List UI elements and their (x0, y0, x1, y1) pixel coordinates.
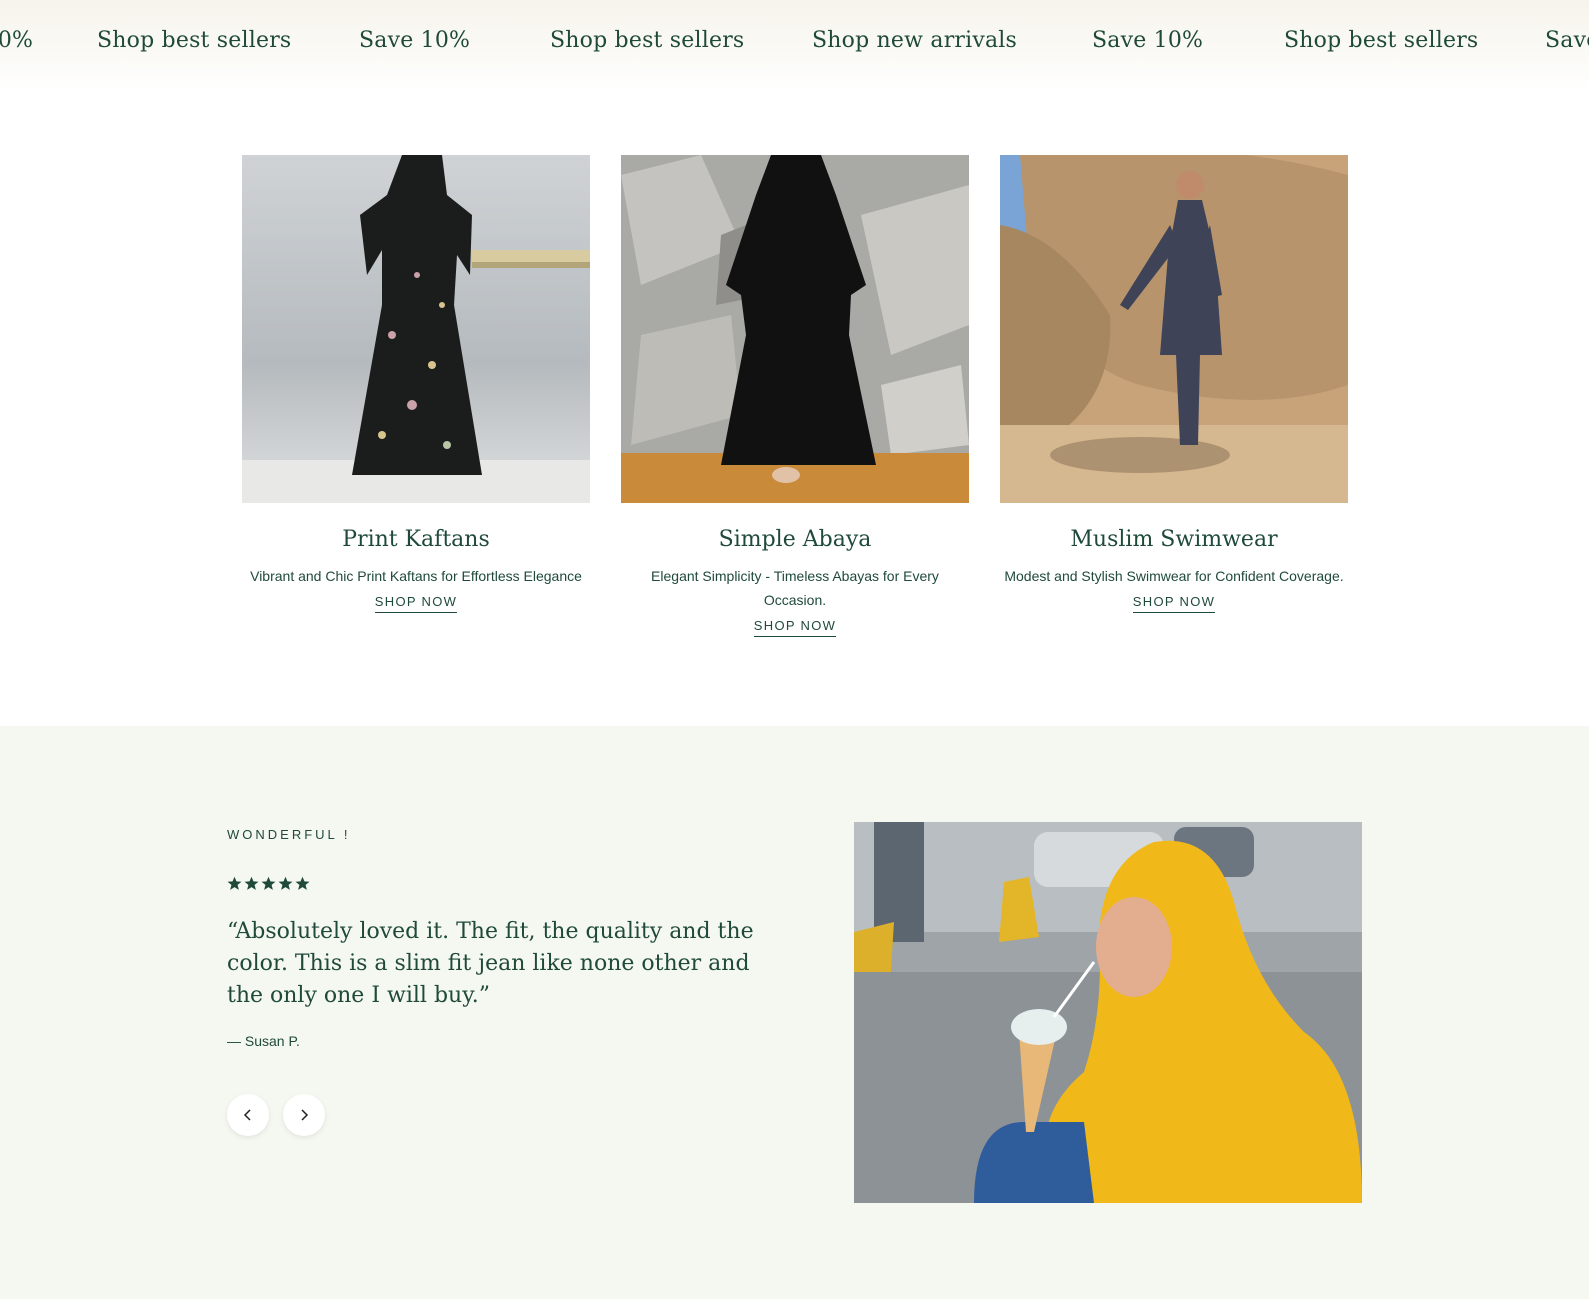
marquee-item-best-sellers[interactable]: Shop best sellers (1284, 28, 1478, 53)
testimonial-quote: “Absolutely loved it. The fit, the quali… (227, 919, 754, 1008)
marquee-item-best-sellers[interactable]: Shop best sellers (97, 28, 291, 53)
collection-image-simple-abaya[interactable] (621, 155, 969, 503)
testimonial-section: WONDERFUL ! “Absolutely loved it. The fi… (0, 726, 1589, 1299)
collection-image-muslim-swimwear[interactable] (1000, 155, 1348, 503)
collection-description: Modest and Stylish Swimwear for Confiden… (1004, 568, 1344, 584)
collection-list: Print Kaftans Vibrant and Chic Print Kaf… (242, 155, 1348, 655)
testimonial-image (854, 822, 1362, 1203)
star-icon (278, 876, 293, 890)
shop-now-link[interactable]: SHOP NOW (753, 618, 837, 637)
swimwear-photo (1000, 155, 1348, 503)
previous-testimonial-button[interactable] (227, 1094, 269, 1136)
star-icon (227, 876, 242, 890)
star-icon (261, 876, 276, 890)
collection-description: Elegant Simplicity - Timeless Abayas for… (651, 568, 939, 608)
marquee-item-save[interactable]: Save 10% (1092, 28, 1203, 53)
collection-title: Simple Abaya (718, 527, 872, 552)
testimonial-label: WONDERFUL ! (227, 827, 351, 842)
marquee-item-new-arrivals[interactable]: Shop new arrivals (812, 28, 1017, 53)
next-testimonial-button[interactable] (283, 1094, 325, 1136)
chevron-left-icon (243, 1109, 251, 1121)
announcement-marquee: Save 10% Shop best sellers Save 10% Shop… (0, 0, 1589, 92)
chevron-right-icon (301, 1109, 309, 1121)
star-icon (295, 876, 310, 890)
collection-title: Print Kaftans (342, 527, 490, 552)
collection-card-simple-abaya: Simple Abaya Elegant Simplicity - Timele… (621, 155, 969, 637)
shop-now-link[interactable]: SHOP NOW (374, 594, 458, 613)
marquee-item-save[interactable]: Save 10% (0, 28, 33, 53)
marquee-item-save[interactable]: Save 10% (1545, 28, 1589, 53)
testimonial-author: — Susan P. (227, 1033, 300, 1049)
abaya-photo (621, 155, 969, 503)
kaftan-photo (242, 155, 590, 503)
customer-photo (854, 822, 1362, 1203)
marquee-item-save[interactable]: Save 10% (359, 28, 470, 53)
rating-stars (227, 876, 310, 891)
shop-now-link[interactable]: SHOP NOW (1132, 594, 1216, 613)
collection-image-print-kaftans[interactable] (242, 155, 590, 503)
star-icon (244, 876, 259, 890)
collection-title: Muslim Swimwear (1070, 527, 1278, 552)
collection-card-muslim-swimwear: Muslim Swimwear Modest and Stylish Swimw… (1000, 155, 1348, 613)
marquee-item-best-sellers[interactable]: Shop best sellers (550, 28, 744, 53)
collection-card-print-kaftans: Print Kaftans Vibrant and Chic Print Kaf… (242, 155, 590, 613)
collection-description: Vibrant and Chic Print Kaftans for Effor… (250, 568, 582, 584)
